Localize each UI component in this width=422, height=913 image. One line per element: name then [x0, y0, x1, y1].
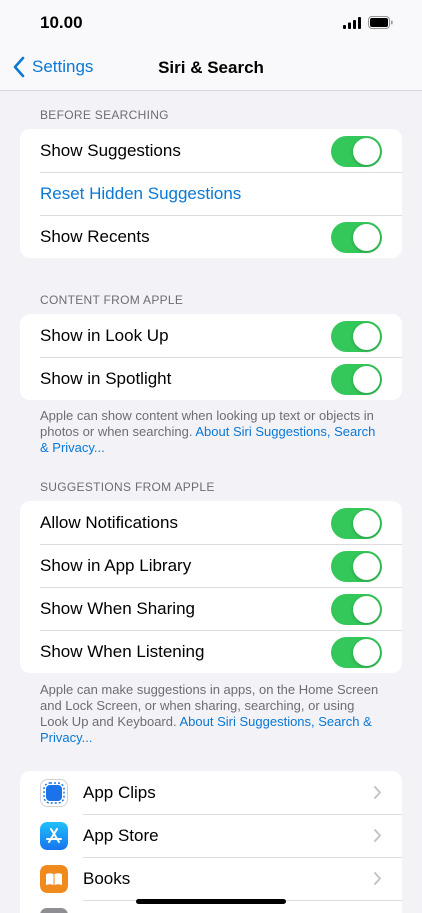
app-clips-icon	[40, 779, 68, 807]
page-title: Siri & Search	[158, 58, 264, 77]
section-header-before-searching: BEFORE SEARCHING	[40, 108, 169, 122]
show-when-sharing-row[interactable]: Show When Sharing	[20, 587, 402, 630]
chevron-right-icon	[374, 786, 381, 799]
app-clips-label: App Clips	[83, 783, 156, 802]
allow-notifications-row[interactable]: Allow Notifications	[20, 501, 402, 544]
app-row-app-clips[interactable]: App Clips	[20, 771, 402, 814]
show-recents-row[interactable]: Show Recents	[20, 215, 402, 258]
reset-hidden-suggestions-link[interactable]: Reset Hidden Suggestions	[40, 184, 241, 204]
show-in-look-up-row[interactable]: Show in Look Up	[20, 314, 402, 357]
allow-notifications-label: Allow Notifications	[40, 513, 178, 532]
show-suggestions-row[interactable]: Show Suggestions	[20, 129, 402, 172]
suggestions-from-apple-group: Allow Notifications Show in App Library …	[20, 501, 402, 673]
toggle-knob	[353, 366, 380, 393]
content-from-apple-group: Show in Look Up Show in Spotlight	[20, 314, 402, 400]
toggle-knob	[353, 323, 380, 350]
section-header-content-from-apple: CONTENT FROM APPLE	[40, 293, 184, 307]
toggle-knob	[353, 224, 380, 251]
show-in-app-library-row[interactable]: Show in App Library	[20, 544, 402, 587]
show-in-spotlight-row[interactable]: Show in Spotlight	[20, 357, 402, 400]
show-when-sharing-toggle[interactable]	[331, 594, 382, 625]
show-recents-toggle[interactable]	[331, 222, 382, 253]
books-label: Books	[83, 869, 131, 888]
app-row-books[interactable]: Books	[20, 857, 402, 900]
toggle-knob	[353, 510, 380, 537]
allow-notifications-toggle[interactable]	[331, 508, 382, 539]
toggle-knob	[353, 553, 380, 580]
content-from-apple-footer: Apple can show content when looking up t…	[40, 408, 385, 456]
show-recents-label: Show Recents	[40, 227, 150, 246]
before-searching-group: Show Suggestions Reset Hidden Suggestion…	[20, 129, 402, 258]
app-row-app-store[interactable]: App Store	[20, 814, 402, 857]
show-in-look-up-label: Show in Look Up	[40, 326, 169, 345]
show-in-app-library-toggle[interactable]	[331, 551, 382, 582]
show-when-listening-toggle[interactable]	[331, 637, 382, 668]
battery-icon	[368, 16, 393, 29]
show-when-listening-label: Show When Listening	[40, 642, 205, 661]
reset-hidden-suggestions-row[interactable]: Reset Hidden Suggestions	[20, 172, 402, 215]
show-when-sharing-label: Show When Sharing	[40, 599, 195, 618]
navigation-bar: Settings Siri & Search	[0, 46, 422, 91]
suggestions-from-apple-footer: Apple can make suggestions in apps, on t…	[40, 682, 385, 746]
show-in-spotlight-toggle[interactable]	[331, 364, 382, 395]
toggle-knob	[353, 639, 380, 666]
app-store-label: App Store	[83, 826, 159, 845]
toggle-knob	[353, 596, 380, 623]
cellular-signal-icon	[343, 17, 361, 29]
status-time: 10.00	[40, 13, 83, 32]
partial-app-icon	[40, 908, 68, 913]
show-suggestions-label: Show Suggestions	[40, 141, 181, 160]
chevron-right-icon	[374, 829, 381, 842]
show-in-spotlight-label: Show in Spotlight	[40, 369, 172, 388]
chevron-right-icon	[374, 872, 381, 885]
apps-group: App Clips App Store Books	[20, 771, 402, 913]
show-when-listening-row[interactable]: Show When Listening	[20, 630, 402, 673]
show-suggestions-toggle[interactable]	[331, 136, 382, 167]
books-icon	[40, 865, 68, 893]
status-bar: 10.00	[0, 0, 422, 46]
show-in-app-library-label: Show in App Library	[40, 556, 192, 575]
show-in-look-up-toggle[interactable]	[331, 321, 382, 352]
toggle-knob	[353, 138, 380, 165]
home-indicator[interactable]	[136, 899, 286, 904]
app-store-icon	[40, 822, 68, 850]
section-header-suggestions-from-apple: SUGGESTIONS FROM APPLE	[40, 480, 215, 494]
